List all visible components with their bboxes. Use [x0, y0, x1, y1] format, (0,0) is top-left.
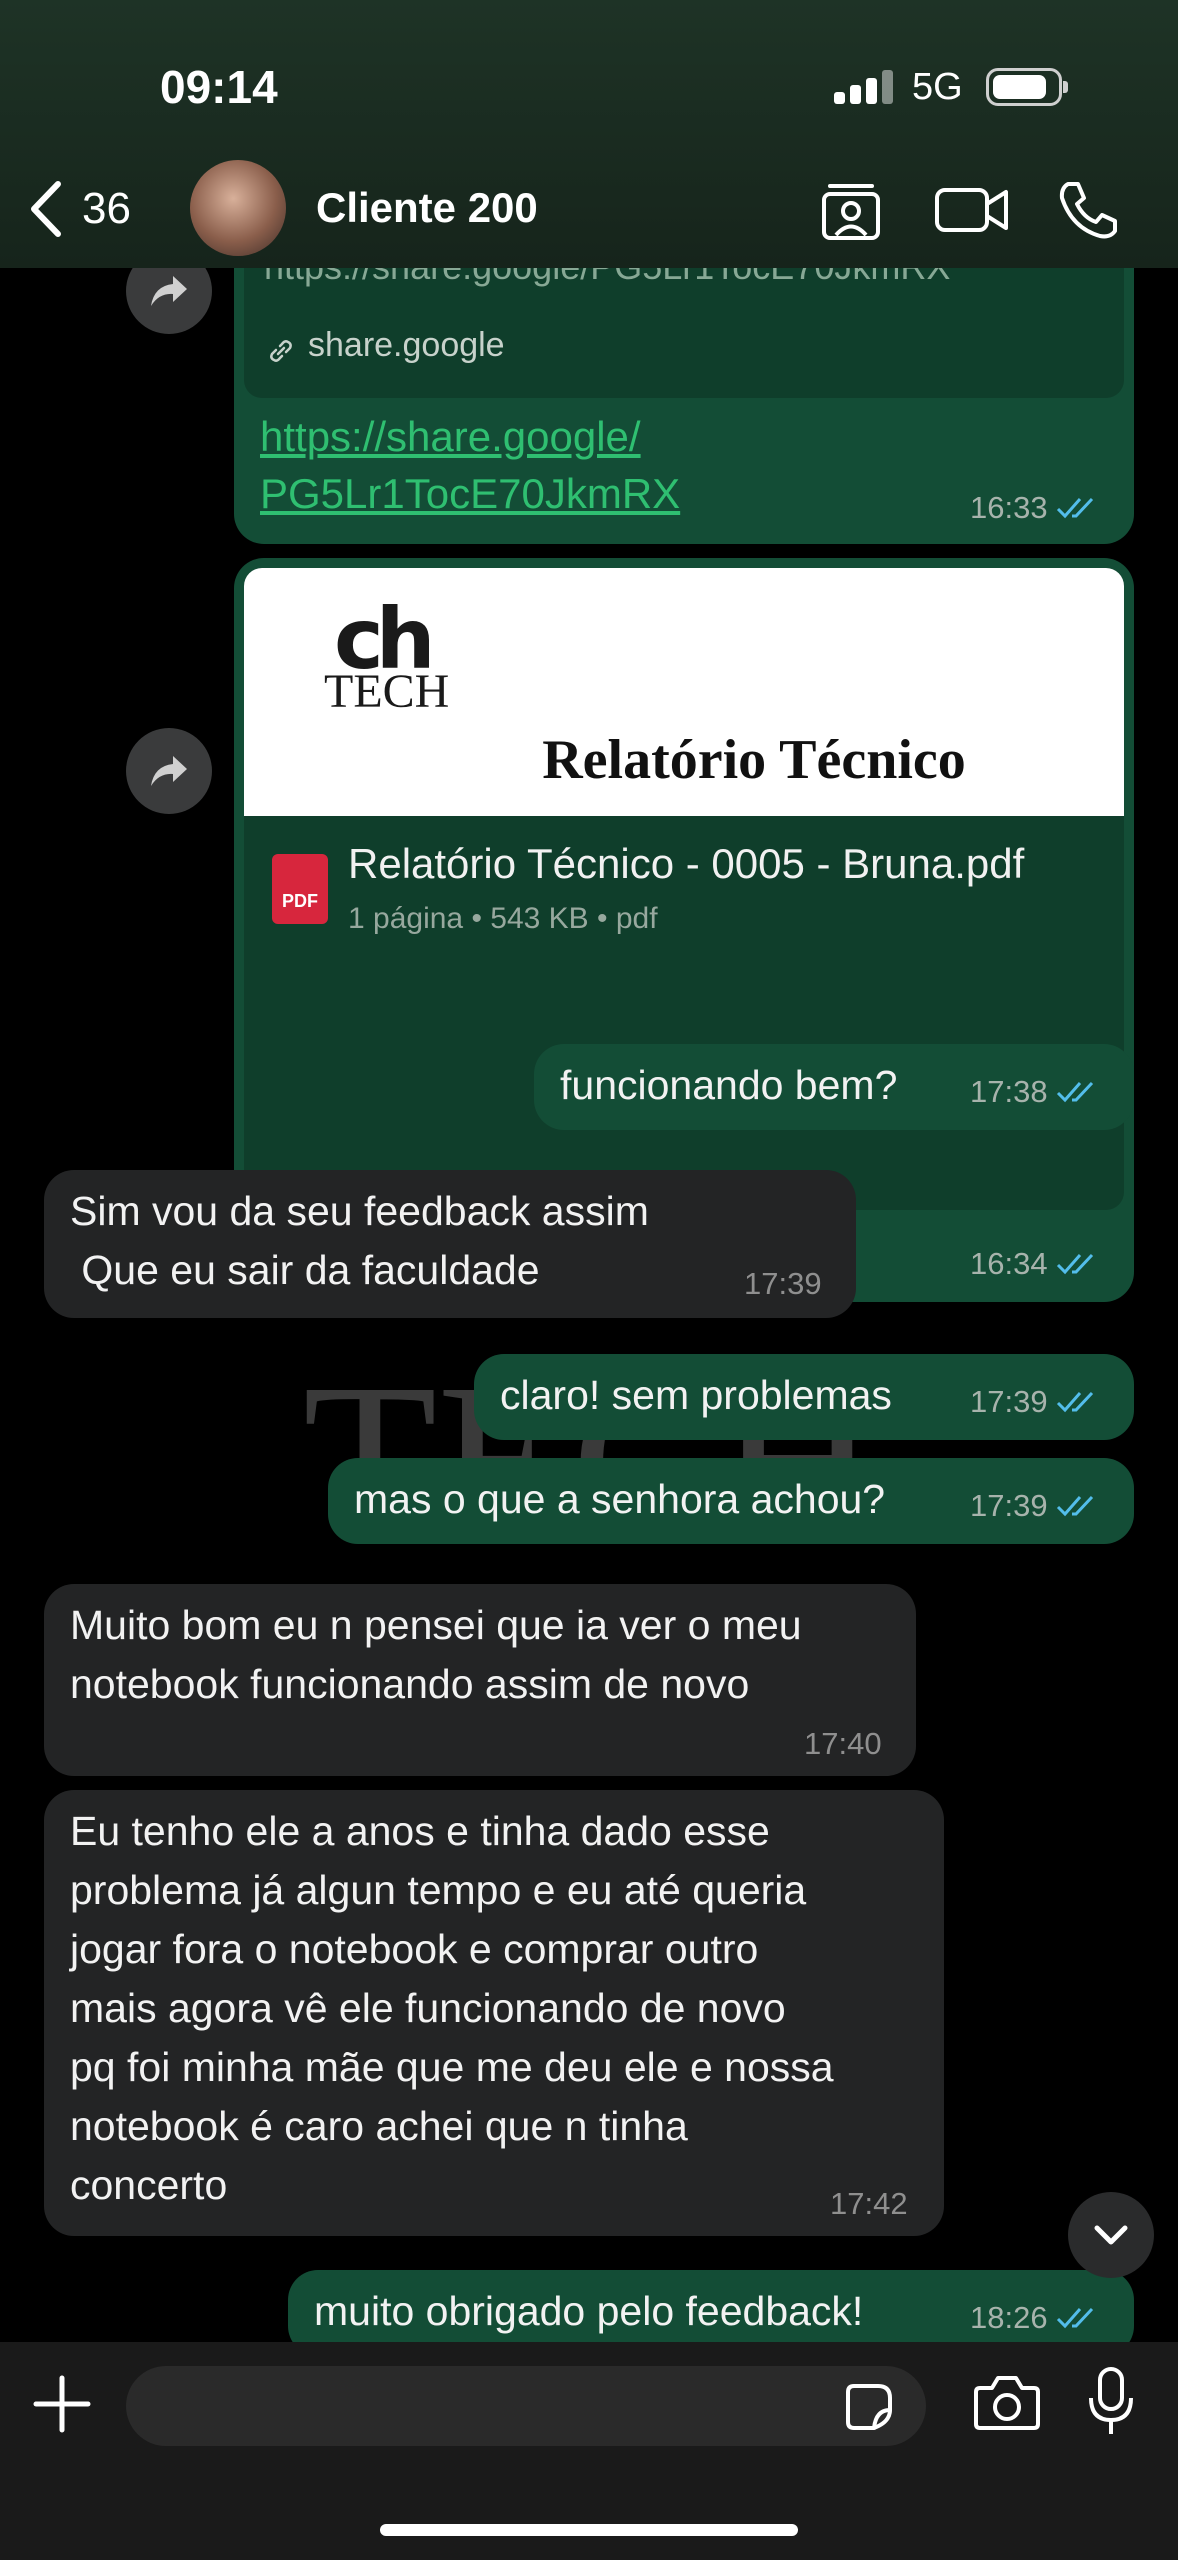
scroll-to-bottom-button[interactable] [1068, 2192, 1154, 2278]
message-meta: 18:26 [970, 2300, 1100, 2336]
document-file-name: Relatório Técnico - 0005 - Bruna.pdf [348, 840, 1025, 887]
message-list[interactable]: https://share.google/PG5Lr1TocE70JkmRX s… [0, 268, 1178, 2342]
status-time: 09:14 [160, 61, 278, 113]
message-meta: 17:42 [830, 2186, 908, 2222]
message-meta: 17:38 [970, 1074, 1100, 1110]
avatar[interactable] [190, 160, 286, 256]
contact-name[interactable]: Cliente 200 [316, 184, 538, 232]
link-preview-domain: share.google [308, 326, 505, 364]
message-time: 16:34 [970, 1246, 1048, 1281]
read-ticks-icon [1056, 1391, 1093, 1413]
message-text: muito obrigado pelo feedback! [314, 2288, 864, 2334]
network-type: 5G [912, 66, 963, 108]
chat-header: 09:14 5G 36 Cliente 200 [0, 0, 1178, 268]
camera-icon[interactable] [974, 2372, 1040, 2432]
message-bubble-incoming[interactable]: Sim vou da seu feedback assim Que eu sai… [44, 1170, 856, 1318]
link-preview-url: https://share.google/PG5Lr1TocE70JkmRX [264, 268, 950, 288]
message-text: mas o que a senhora achou? [354, 1476, 886, 1522]
document-logo-text: TECH [324, 665, 450, 718]
composer-bar [0, 2342, 1178, 2560]
message-bubble-outgoing[interactable]: mas o que a senhora achou? 17:39 [328, 1458, 1134, 1544]
back-chevron-icon [31, 181, 61, 237]
message-meta: 16:33 [970, 490, 1100, 526]
message-time: 17:38 [970, 1074, 1048, 1109]
message-meta: 16:34 [970, 1246, 1100, 1282]
unread-count: 36 [82, 184, 131, 233]
sticker-icon[interactable] [844, 2382, 894, 2432]
message-bubble-incoming[interactable]: Muito bom eu n pensei que ia ver o meu n… [44, 1584, 916, 1776]
message-time: 17:42 [830, 2186, 908, 2221]
message-time: 17:39 [744, 1266, 822, 1301]
chevron-down-icon [1094, 2225, 1128, 2245]
home-indicator [380, 2524, 798, 2536]
battery-icon [986, 68, 1068, 106]
message-time: 17:39 [970, 1488, 1048, 1523]
contact-card-icon[interactable] [818, 180, 884, 240]
message-bubble-outgoing[interactable]: muito obrigado pelo feedback! 18:26 [288, 2270, 1134, 2342]
link-preview-card[interactable]: https://share.google/PG5Lr1TocE70JkmRX s… [244, 268, 1124, 398]
message-time: 17:39 [970, 1384, 1048, 1419]
pdf-badge: PDF [282, 891, 318, 911]
document-thumbnail: ch TECH Relatório Técnico [244, 568, 1124, 816]
message-meta: 17:39 [970, 1384, 1100, 1420]
phone-icon[interactable] [1058, 180, 1118, 240]
pdf-icon: PDF [272, 854, 328, 924]
message-time: 16:33 [970, 490, 1048, 525]
forward-button[interactable] [126, 728, 212, 814]
plus-icon[interactable] [30, 2372, 94, 2436]
message-bubble-link[interactable]: https://share.google/PG5Lr1TocE70JkmRX s… [234, 268, 1134, 544]
forward-button[interactable] [126, 268, 212, 334]
message-text: Muito bom eu n pensei que ia ver o meu n… [70, 1602, 802, 1707]
back-button[interactable]: 36 [28, 176, 148, 242]
message-meta: 17:40 [804, 1726, 882, 1762]
document-title: Relatório Técnico [542, 729, 966, 791]
read-ticks-icon [1056, 2307, 1093, 2329]
read-ticks-icon [1056, 1495, 1093, 1517]
document-file-info: 1 página • 543 KB • pdf [348, 902, 658, 935]
video-call-icon[interactable] [934, 180, 1010, 240]
message-time: 17:40 [804, 1726, 882, 1761]
message-bubble-outgoing[interactable]: funcionando bem? 17:38 [534, 1044, 1134, 1130]
message-time: 18:26 [970, 2300, 1048, 2335]
read-ticks-icon [1056, 1253, 1093, 1275]
read-ticks-icon [1056, 1081, 1093, 1103]
message-text: Sim vou da seu feedback assim Que eu sai… [70, 1188, 649, 1293]
link-icon [270, 340, 292, 362]
message-text: funcionando bem? [560, 1062, 898, 1108]
forward-arrow-icon [151, 276, 187, 306]
message-bubble-incoming[interactable]: Eu tenho ele a anos e tinha dado esse pr… [44, 1790, 944, 2236]
message-meta: 17:39 [970, 1488, 1100, 1524]
microphone-icon[interactable] [1086, 2366, 1136, 2438]
message-input[interactable] [126, 2366, 926, 2446]
message-link-text[interactable]: https://share.google/ PG5Lr1TocE70JkmRX [260, 408, 680, 522]
signal-icon [834, 70, 894, 104]
battery-fill [993, 75, 1046, 99]
message-text: claro! sem problemas [500, 1372, 892, 1418]
forward-arrow-icon [151, 756, 187, 786]
message-text: Eu tenho ele a anos e tinha dado esse pr… [70, 1808, 834, 2208]
message-meta: 17:39 [744, 1266, 822, 1302]
message-bubble-outgoing[interactable]: claro! sem problemas 17:39 [474, 1354, 1134, 1440]
read-ticks-icon [1056, 497, 1093, 519]
